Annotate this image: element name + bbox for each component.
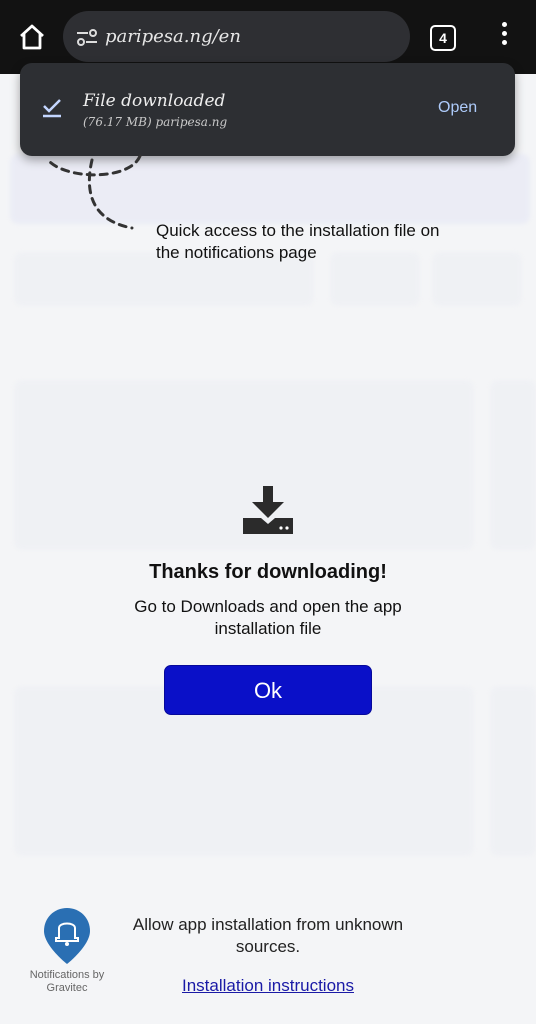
overflow-menu-icon[interactable] [498,22,510,52]
download-title: File downloaded [83,91,226,111]
url-text[interactable]: paripesa.ng/en [105,26,241,47]
ok-button[interactable]: Ok [164,665,372,715]
home-icon[interactable] [16,21,48,53]
hint-text: Quick access to the installation file on… [156,221,440,262]
gravitec-bell-icon[interactable] [42,906,92,966]
address-bar[interactable]: paripesa.ng/en [63,11,410,62]
dialog-title: Thanks for downloading! [149,561,387,583]
download-icon [243,486,293,534]
allow-installation-text: Allow app installation from unknown sour… [132,915,404,956]
dialog-message: Go to Downloads and open the app install… [134,597,402,638]
installation-instructions-link[interactable]: Installation instructions [0,976,536,996]
open-download-button[interactable]: Open [438,99,477,117]
download-notification: File downloaded (76.17 MB) paripesa.ng O… [20,63,515,156]
download-complete-icon [43,99,61,118]
tab-switcher-button[interactable]: 4 [430,25,456,51]
hint-arrow [48,154,142,230]
download-subtitle: (76.17 MB) paripesa.ng [83,115,228,129]
site-settings-icon[interactable] [75,25,99,49]
